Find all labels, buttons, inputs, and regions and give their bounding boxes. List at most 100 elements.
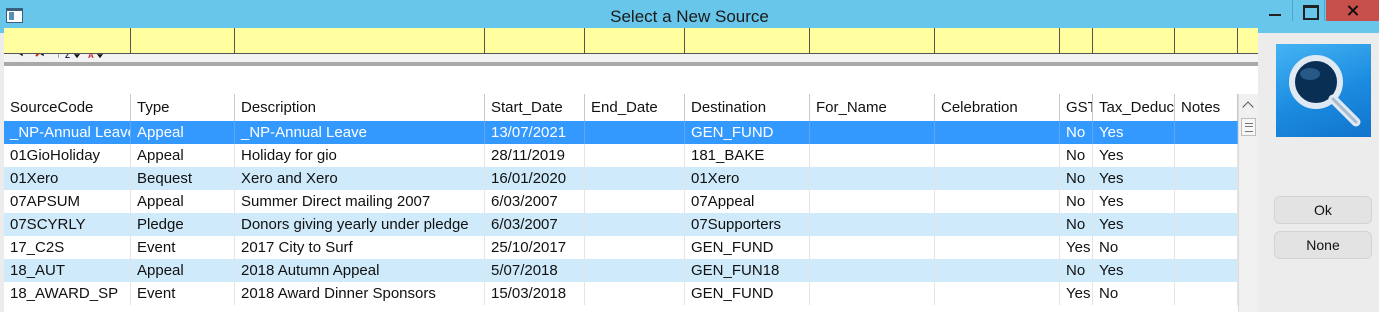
table-cell: Yes	[1060, 282, 1093, 305]
table-cell: 2017 City to Surf	[235, 236, 485, 259]
table-cell	[1175, 213, 1238, 236]
table-row-selected[interactable]: _NP-Annual Leave Appeal _NP-Annual Leave 13…	[4, 121, 1238, 144]
table-cell: No	[1093, 236, 1175, 259]
column-header[interactable]: End_Date	[585, 94, 685, 121]
minimize-button[interactable]	[1258, 0, 1291, 21]
table-cell: Appeal	[131, 144, 235, 167]
vertical-scrollbar[interactable]	[1238, 94, 1258, 312]
filter-cell[interactable]	[1175, 28, 1238, 54]
table-cell: 28/11/2019	[485, 144, 585, 167]
scroll-thumb[interactable]	[1241, 118, 1256, 136]
table-cell	[810, 167, 935, 190]
filter-cell[interactable]	[1060, 28, 1093, 54]
filter-row	[4, 28, 1258, 54]
table-cell: Yes	[1093, 121, 1175, 144]
column-header[interactable]: Notes	[1175, 94, 1238, 121]
table-cell: Xero and Xero	[235, 167, 485, 190]
close-button[interactable]	[1326, 0, 1379, 21]
filter-cell[interactable]	[235, 28, 485, 54]
maximize-button[interactable]	[1292, 0, 1325, 21]
search-magnifier-icon[interactable]	[1276, 44, 1371, 137]
table-cell	[935, 236, 1060, 259]
table-cell: Holiday for gio	[235, 144, 485, 167]
filter-cell[interactable]	[131, 28, 235, 54]
table-cell	[935, 121, 1060, 144]
ok-button[interactable]: Ok	[1274, 196, 1372, 224]
column-header[interactable]: Celebration	[935, 94, 1060, 121]
table-cell: 07APSUM	[4, 190, 131, 213]
filter-cell[interactable]	[485, 28, 585, 54]
table-cell	[585, 167, 685, 190]
table-cell: _NP-Annual Leave	[4, 121, 131, 144]
filter-cell[interactable]	[935, 28, 1060, 54]
table-cell	[935, 167, 1060, 190]
table-cell: 13/07/2021	[485, 121, 585, 144]
table-cell	[935, 190, 1060, 213]
table-cell: 6/03/2007	[485, 213, 585, 236]
column-header[interactable]: For_Name	[810, 94, 935, 121]
table-cell: 15/03/2018	[485, 282, 585, 305]
table-cell	[810, 282, 935, 305]
table-cell	[585, 121, 685, 144]
table-cell: Yes	[1093, 167, 1175, 190]
filter-cell[interactable]	[1093, 28, 1175, 54]
table-cell: GEN_FUND	[685, 282, 810, 305]
table-cell	[1175, 144, 1238, 167]
table-cell: 18_AWARD_SP	[4, 282, 131, 305]
none-button[interactable]: None	[1274, 231, 1372, 259]
column-header[interactable]: Start_Date	[485, 94, 585, 121]
table-cell	[810, 190, 935, 213]
table-cell: Appeal	[131, 190, 235, 213]
table-cell: Summer Direct mailing 2007	[235, 190, 485, 213]
table-cell	[935, 144, 1060, 167]
column-header[interactable]: Type	[131, 94, 235, 121]
table-cell: 18_AUT	[4, 259, 131, 282]
table-cell	[585, 259, 685, 282]
table-cell: 2018 Award Dinner Sponsors	[235, 282, 485, 305]
filter-cell[interactable]	[810, 28, 935, 54]
table-cell: 5/07/2018	[485, 259, 585, 282]
table-cell: No	[1093, 282, 1175, 305]
table-cell: No	[1060, 167, 1093, 190]
scroll-up-arrow-icon[interactable]	[1239, 97, 1258, 115]
table-cell: 181_BAKE	[685, 144, 810, 167]
column-header[interactable]: GST	[1060, 94, 1093, 121]
column-header[interactable]: Tax_Deduc	[1093, 94, 1175, 121]
table-cell	[1175, 190, 1238, 213]
table-cell: Yes	[1093, 190, 1175, 213]
table-cell	[1175, 121, 1238, 144]
table-cell: GEN_FUND	[685, 236, 810, 259]
filter-cell[interactable]	[685, 28, 810, 54]
table-cell	[585, 190, 685, 213]
table-row[interactable]: 18_AUT Appeal 2018 Autumn Appeal 5/07/2018 G…	[4, 259, 1238, 282]
toolbar-divider	[4, 62, 1258, 66]
table-row[interactable]: 17_C2S Event 2017 City to Surf 25/10/2017 GE…	[4, 236, 1238, 259]
table-cell: _NP-Annual Leave	[235, 121, 485, 144]
column-header[interactable]: SourceCode	[4, 94, 131, 121]
table-cell	[1175, 167, 1238, 190]
table-cell: No	[1060, 213, 1093, 236]
table-cell: 25/10/2017	[485, 236, 585, 259]
column-header[interactable]: Description	[235, 94, 485, 121]
table-cell: Event	[131, 236, 235, 259]
table-cell	[935, 259, 1060, 282]
table-cell	[810, 236, 935, 259]
table-cell	[585, 144, 685, 167]
table-row[interactable]: 01GioHoliday Appeal Holiday for gio 28/11/2…	[4, 144, 1238, 167]
table-row[interactable]: 07SCYRLY Pledge Donors giving yearly under…	[4, 213, 1238, 236]
table-cell: 16/01/2020	[485, 167, 585, 190]
table-row[interactable]: 07APSUM Appeal Summer Direct mailing 2007 6…	[4, 190, 1238, 213]
dialog-window: Select a New Source AZ ZA SourceCodeType…	[0, 0, 1379, 312]
table-row[interactable]: 01Xero Bequest Xero and Xero 16/01/2020 01Xe…	[4, 167, 1238, 190]
table-cell	[585, 236, 685, 259]
table-cell: Yes	[1093, 259, 1175, 282]
column-header[interactable]: Destination	[685, 94, 810, 121]
table-cell: 01Xero	[685, 167, 810, 190]
filter-cell[interactable]	[585, 28, 685, 54]
filter-cell[interactable]	[4, 28, 131, 54]
table-cell: Event	[131, 282, 235, 305]
table-cell: No	[1060, 121, 1093, 144]
table-cell: 2018 Autumn Appeal	[235, 259, 485, 282]
table-cell: No	[1060, 144, 1093, 167]
table-row[interactable]: 18_AWARD_SP Event 2018 Award Dinner Sponso…	[4, 282, 1238, 305]
